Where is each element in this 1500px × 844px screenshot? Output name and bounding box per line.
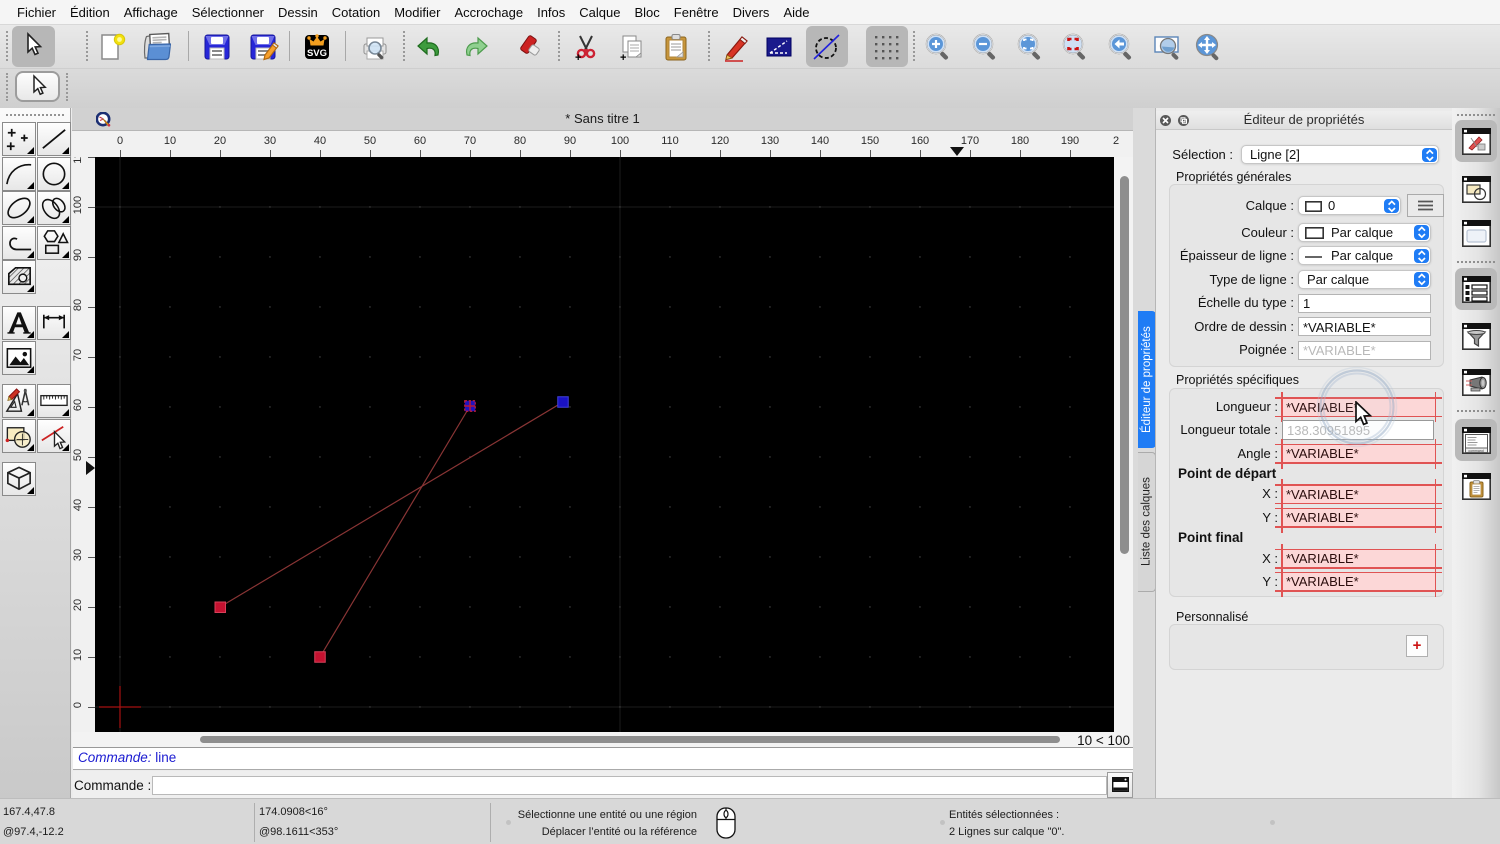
svg-text:SVG: SVG: [307, 48, 327, 59]
svg-text:+: +: [620, 52, 626, 63]
svg-text:command: command: [1468, 449, 1483, 453]
svg-text:+: +: [575, 52, 581, 63]
